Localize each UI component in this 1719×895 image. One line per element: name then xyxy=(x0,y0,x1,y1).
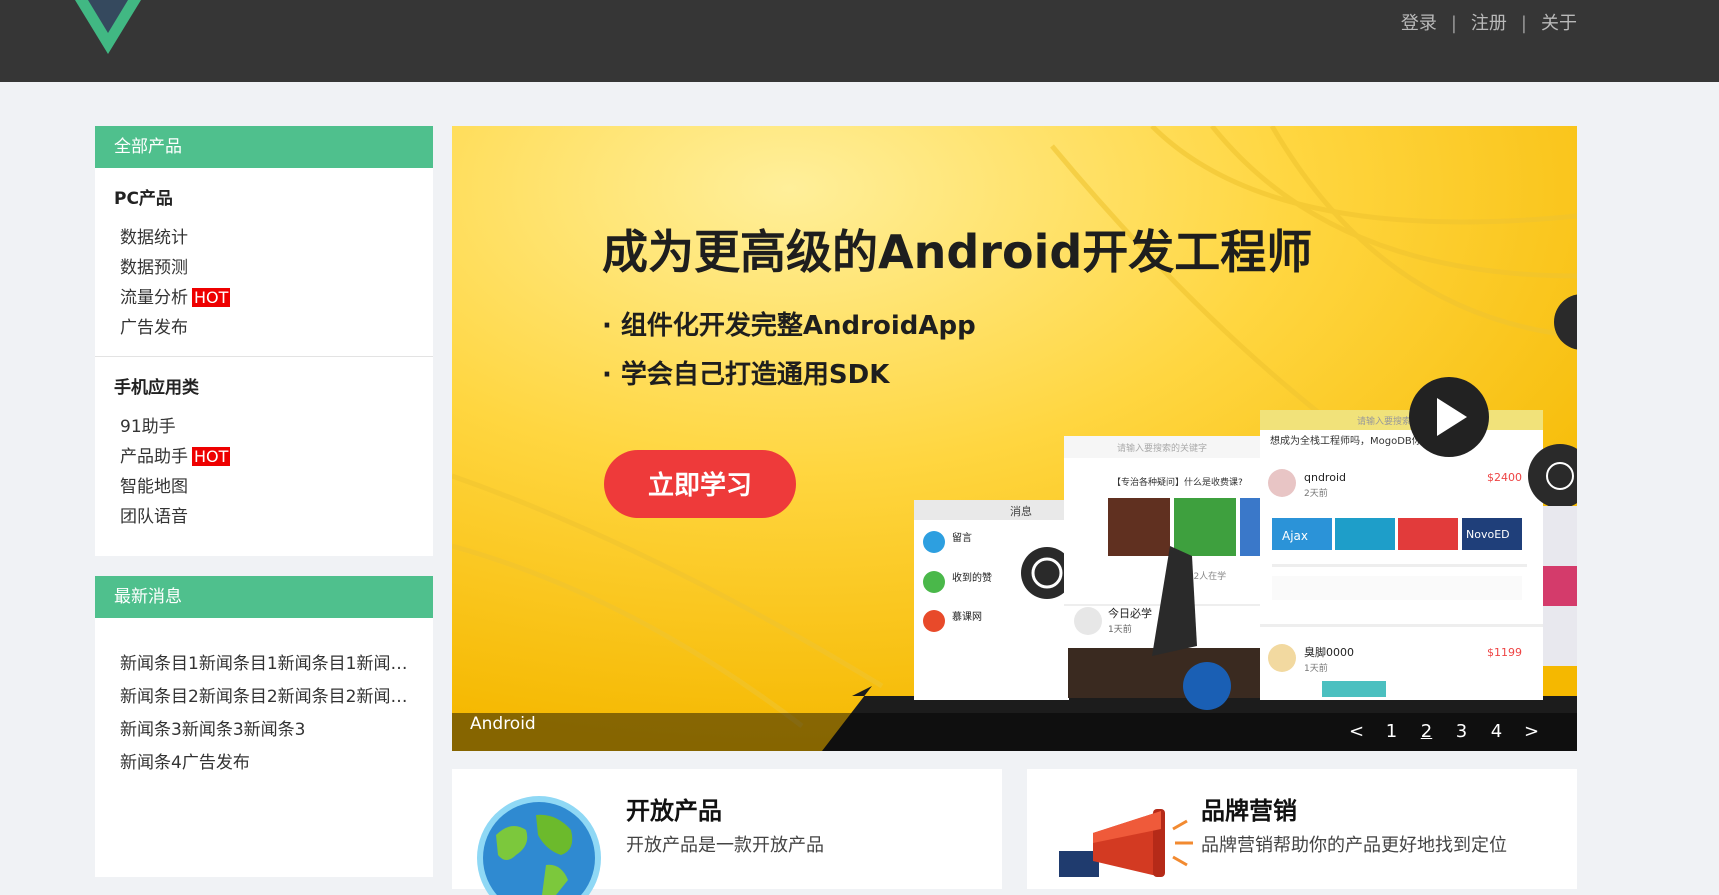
news-panel-title: 最新消息 xyxy=(95,576,433,618)
news-panel: 最新消息 新闻条目1新闻条目1新闻条目1新闻条目1 新闻条目2新闻条目2新闻条目… xyxy=(95,576,433,877)
phone-tag: Ajax xyxy=(1282,529,1308,543)
card-title: 品牌营销 xyxy=(1201,797,1297,825)
phone-feed-question: 【专治各种疑问】什么是收费课? xyxy=(1112,476,1243,488)
pager-page-3[interactable]: 3 xyxy=(1444,721,1479,742)
megaphone-icon xyxy=(1059,809,1193,877)
product-item[interactable]: 智能地图 xyxy=(120,472,433,502)
phone-today: 今日必学 xyxy=(1108,606,1152,620)
phone-user: qndroid xyxy=(1304,471,1346,484)
news-item[interactable]: 新闻条3新闻条3新闻条3 xyxy=(95,714,410,747)
product-item[interactable]: 团队语音 xyxy=(120,502,433,532)
phone-today-sub: 1天前 xyxy=(1108,623,1132,635)
register-link[interactable]: 注册 xyxy=(1471,11,1507,37)
phone-user-sub: 2天前 xyxy=(1304,487,1328,499)
banner-headline: 成为更高级的Android开发工程师 xyxy=(602,225,1312,279)
learn-now-label: 立即学习 xyxy=(648,470,752,501)
card-title: 开放产品 xyxy=(626,797,722,825)
product-item[interactable]: 流量分析 HOT xyxy=(120,283,433,313)
product-item[interactable]: 数据统计 xyxy=(120,223,433,253)
phone-price: $2400 xyxy=(1487,471,1522,484)
banner-image: 成为更高级的Android开发工程师 · 组件化开发完整AndroidApp ·… xyxy=(452,126,1577,751)
carousel-caption: Android xyxy=(470,714,536,734)
news-item[interactable]: 新闻条目2新闻条目2新闻条目2新闻条目2 xyxy=(95,681,410,714)
products-panel-title: 全部产品 xyxy=(95,126,433,168)
phone-msg: 收到的赞 xyxy=(952,571,992,584)
phone-msg: 慕课网 xyxy=(952,610,982,623)
pager-prev-button[interactable]: < xyxy=(1339,721,1374,742)
phone-search-hint: 请输入要搜索的关键字 xyxy=(1117,442,1207,454)
globe-icon xyxy=(477,796,601,895)
login-link[interactable]: 登录 xyxy=(1401,11,1437,37)
news-item[interactable]: 新闻条4广告发布 xyxy=(95,747,410,780)
product-item[interactable]: 广告发布 xyxy=(120,313,433,343)
phone-msg-header: 消息 xyxy=(1010,504,1032,518)
products-panel: 全部产品 PC产品 数据统计 数据预测 流量分析 HOT 广告发布 手机应用类 9… xyxy=(95,126,433,556)
phone-user-sub: 1天前 xyxy=(1304,662,1328,674)
pager-page-2[interactable]: 2 xyxy=(1409,721,1444,742)
phone-price: $1199 xyxy=(1487,646,1522,659)
phone-user: 臭脚0000 xyxy=(1304,645,1354,659)
feature-card-brand-marketing[interactable]: 品牌营销 品牌营销帮助你的产品更好地找到定位 xyxy=(1027,769,1577,889)
hot-badge: HOT xyxy=(192,288,231,307)
card-description: 开放产品是一款开放产品 xyxy=(626,835,824,856)
product-item[interactable]: 91助手 xyxy=(120,412,433,442)
hot-badge: HOT xyxy=(192,447,231,466)
about-link[interactable]: 关于 xyxy=(1541,11,1577,37)
pager-next-button[interactable]: > xyxy=(1514,721,1549,742)
news-item[interactable]: 新闻条目1新闻条目1新闻条目1新闻条目1 xyxy=(95,648,410,681)
phone-tag: NovoED xyxy=(1466,528,1510,541)
banner-bullet: · 组件化开发完整AndroidApp xyxy=(602,310,976,341)
carousel-pager: < 1 2 3 4 > xyxy=(1339,721,1549,742)
feature-card-open-product[interactable]: 开放产品 开放产品是一款开放产品 xyxy=(452,769,1002,895)
group-title-mobile: 手机应用类 xyxy=(114,378,199,398)
nav-separator: | xyxy=(1520,13,1527,34)
top-header: 登录 | 注册 | 关于 xyxy=(0,0,1719,82)
banner-bullet: · 学会自己打造通用SDK xyxy=(602,359,890,390)
pager-page-4[interactable]: 4 xyxy=(1479,721,1514,742)
product-item[interactable]: 数据预测 xyxy=(120,253,433,283)
pager-page-1[interactable]: 1 xyxy=(1374,721,1409,742)
vue-logo-icon[interactable] xyxy=(75,0,141,54)
phone-msg: 留言 xyxy=(952,531,972,544)
product-item[interactable]: 产品助手 HOT xyxy=(120,442,433,472)
card-description: 品牌营销帮助你的产品更好地找到定位 xyxy=(1201,835,1507,856)
nav-separator: | xyxy=(1450,13,1457,34)
group-title-pc: PC产品 xyxy=(114,189,173,209)
banner-carousel[interactable]: 成为更高级的Android开发工程师 · 组件化开发完整AndroidApp ·… xyxy=(452,126,1577,751)
top-nav: 登录 | 注册 | 关于 xyxy=(1401,11,1577,37)
